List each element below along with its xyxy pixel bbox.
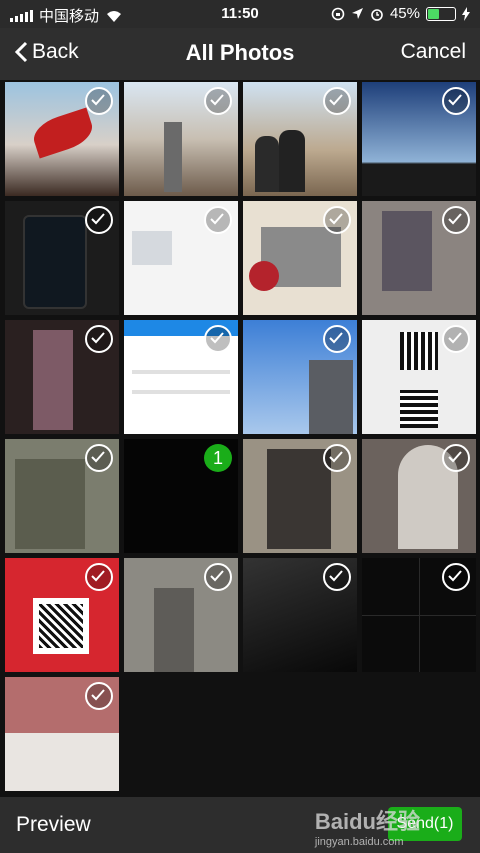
photo-tile[interactable] <box>243 558 357 672</box>
photo-tile[interactable] <box>124 320 238 434</box>
watermark-url: jingyan.baidu.com <box>314 836 404 848</box>
pixelated-face <box>382 211 432 291</box>
cancel-button[interactable]: Cancel <box>401 40 466 64</box>
checkmark-icon <box>329 451 343 463</box>
select-checkbox[interactable] <box>323 87 351 115</box>
photo-tile[interactable] <box>124 82 238 196</box>
select-checkbox[interactable] <box>85 444 113 472</box>
select-checkbox[interactable] <box>323 206 351 234</box>
photo-tile[interactable]: 1 <box>124 439 238 553</box>
checkmark-icon <box>91 689 105 701</box>
photo-tile[interactable] <box>5 439 119 553</box>
checkmark-icon <box>329 332 343 344</box>
checkmark-icon <box>210 332 224 344</box>
rotation-lock-icon <box>331 7 345 20</box>
select-checkbox[interactable] <box>85 325 113 353</box>
select-checkbox[interactable] <box>204 325 232 353</box>
photo-tile[interactable] <box>362 82 476 196</box>
select-checkbox[interactable] <box>323 563 351 591</box>
battery-fill <box>428 8 439 19</box>
select-checkbox[interactable] <box>442 206 470 234</box>
list-line <box>132 390 230 394</box>
select-checkbox[interactable] <box>85 87 113 115</box>
building-shape <box>309 360 353 434</box>
charging-icon <box>462 6 470 21</box>
pixelated-figure <box>33 330 73 430</box>
checkmark-icon <box>329 94 343 106</box>
photo-tile[interactable] <box>5 82 119 196</box>
person-silhouette <box>255 136 279 192</box>
status-icons: 45% <box>331 5 470 22</box>
select-checkbox[interactable] <box>442 444 470 472</box>
select-checkbox[interactable] <box>85 682 113 710</box>
checkmark-icon <box>210 570 224 582</box>
watermark-text: Baidu经验 <box>314 809 420 834</box>
select-checkbox[interactable] <box>204 87 232 115</box>
select-checkbox[interactable] <box>85 563 113 591</box>
navigation-bar: Back All Photos Cancel <box>0 28 480 80</box>
pixelated-figure <box>267 449 331 549</box>
thumbnail-block <box>132 231 172 265</box>
photo-tile[interactable] <box>243 439 357 553</box>
photo-tile[interactable] <box>124 558 238 672</box>
checkmark-icon <box>91 332 105 344</box>
photo-tile[interactable] <box>124 201 238 315</box>
qr-code <box>39 604 83 648</box>
photo-tile[interactable] <box>5 677 119 791</box>
photo-tile[interactable] <box>243 201 357 315</box>
checkmark-icon <box>448 332 462 344</box>
pixelated-figure <box>15 459 85 549</box>
checkmark-icon <box>210 213 224 225</box>
list-line <box>132 370 230 374</box>
location-icon <box>351 8 363 19</box>
select-checkbox[interactable] <box>442 563 470 591</box>
checkmark-icon <box>448 213 462 225</box>
person-silhouette <box>279 130 305 192</box>
pixelated-figure <box>154 588 194 672</box>
leaf-shape <box>29 107 97 159</box>
select-checkbox[interactable] <box>442 87 470 115</box>
selection-number-badge[interactable]: 1 <box>204 444 232 472</box>
checkmark-icon <box>329 570 343 582</box>
checkmark-icon <box>91 213 105 225</box>
photo-tile[interactable] <box>362 320 476 434</box>
qr-code <box>400 332 438 370</box>
photo-tile[interactable] <box>5 320 119 434</box>
battery-percent: 45% <box>389 5 420 22</box>
preview-button[interactable]: Preview <box>16 813 91 837</box>
photo-tile[interactable] <box>243 320 357 434</box>
photo-tile[interactable] <box>362 201 476 315</box>
photo-tile[interactable] <box>362 558 476 672</box>
photo-tile[interactable] <box>243 82 357 196</box>
red-stamp <box>249 261 279 291</box>
checkmark-icon <box>91 94 105 106</box>
photo-tile[interactable] <box>5 558 119 672</box>
qr-code <box>400 390 438 428</box>
select-checkbox[interactable] <box>323 444 351 472</box>
photo-tile[interactable] <box>362 439 476 553</box>
checkmark-icon <box>448 94 462 106</box>
select-checkbox[interactable] <box>85 206 113 234</box>
select-checkbox[interactable] <box>323 325 351 353</box>
photo-tile[interactable] <box>5 201 119 315</box>
select-checkbox[interactable] <box>204 563 232 591</box>
battery-icon <box>426 6 456 21</box>
select-checkbox[interactable] <box>204 206 232 234</box>
checkmark-icon <box>448 570 462 582</box>
device-screen <box>23 215 87 309</box>
select-checkbox[interactable] <box>442 325 470 353</box>
checkmark-icon <box>91 451 105 463</box>
status-bar: 中国移动 11:50 45% <box>0 0 480 28</box>
checkmark-icon <box>91 570 105 582</box>
alarm-icon <box>371 8 383 21</box>
grid-line <box>419 558 420 672</box>
checkmark-icon <box>448 451 462 463</box>
watermark-logo: Baidu经验 jingyan.baidu.com <box>315 804 420 848</box>
pixelated-figure <box>164 122 182 192</box>
checkmark-icon <box>329 213 343 225</box>
checkmark-icon <box>210 94 224 106</box>
